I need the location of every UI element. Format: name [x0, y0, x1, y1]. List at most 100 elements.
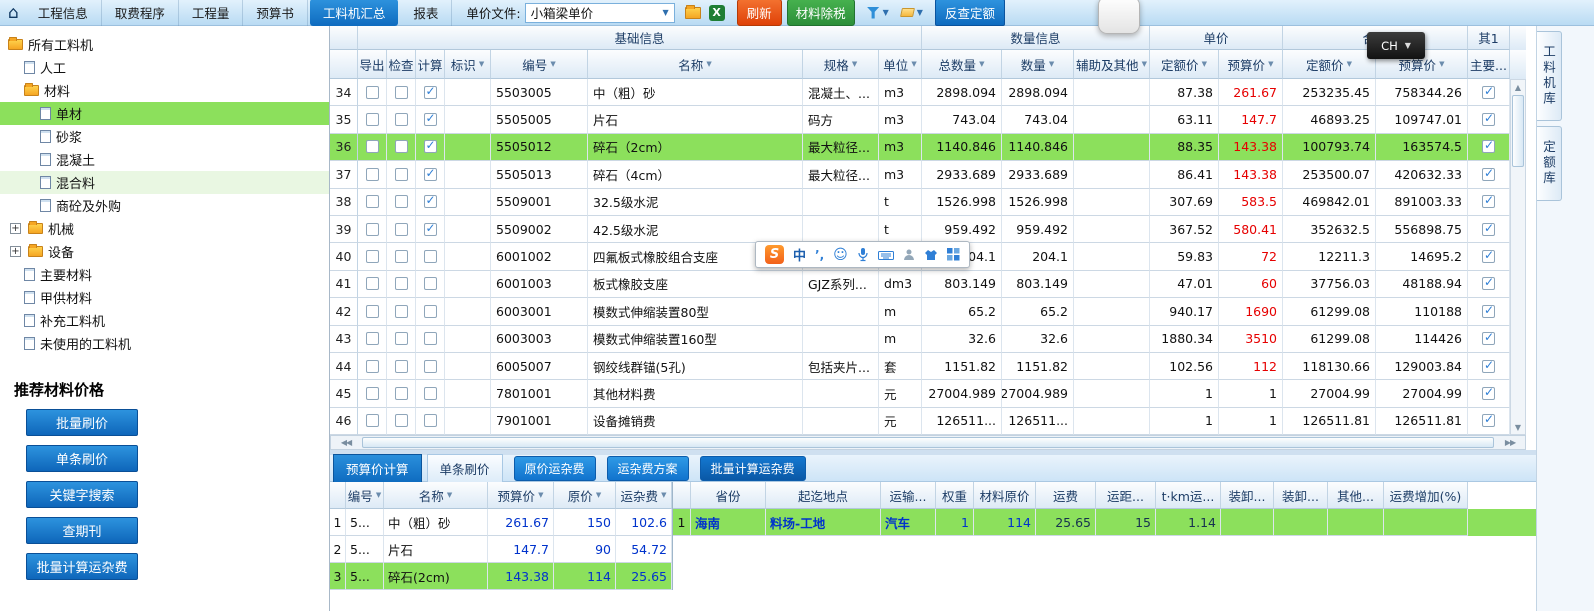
scroll-up-icon[interactable]: ▲	[1511, 80, 1525, 94]
toolbar-tab-4[interactable]: 工料机汇总	[309, 0, 399, 26]
freight-col-header-5[interactable]: 运费	[1036, 482, 1096, 510]
checkbox-cell[interactable]	[416, 380, 445, 408]
col-header-3[interactable]: 标识 ▼	[445, 50, 491, 79]
tree-item-1[interactable]: 人工	[0, 56, 329, 79]
filter-arrow-icon[interactable]: ▼	[538, 491, 543, 499]
checkbox[interactable]	[394, 113, 408, 127]
tree-item-2[interactable]: 材料	[0, 79, 329, 102]
price-col-header-2[interactable]: 预算价 ▼	[488, 482, 554, 510]
sogou-logo-icon[interactable]: S	[765, 245, 784, 264]
checkbox[interactable]	[1482, 166, 1495, 181]
price-table-row[interactable]: 2 5... 片石 147.7 90 54.72	[330, 536, 672, 564]
col-header-15[interactable]: 主要...	[1468, 50, 1510, 79]
scroll-down-icon[interactable]: ▼	[1511, 420, 1525, 434]
checkbox[interactable]	[365, 140, 379, 154]
table-row[interactable]: 35 5505005 片石 码方 m3 743.04 743.04 63.11 147.7 468…	[330, 106, 1526, 134]
tree-item-9[interactable]: + 设备	[0, 240, 329, 263]
checkbox-cell[interactable]	[1468, 243, 1510, 271]
checkbox[interactable]	[394, 85, 408, 99]
checkbox[interactable]	[423, 84, 437, 99]
tree-item-5[interactable]: 混凝土	[0, 148, 329, 171]
eraser-icon[interactable]: ▼	[899, 8, 923, 17]
group-header[interactable]: 其1	[1468, 26, 1510, 50]
checkbox-cell[interactable]	[358, 79, 387, 107]
keyboard-icon[interactable]	[877, 249, 894, 261]
filter-arrow-icon[interactable]: ▼	[376, 491, 381, 499]
col-header-9[interactable]: 数量 ▼	[1002, 50, 1074, 79]
checkbox-cell[interactable]	[387, 352, 416, 381]
checkbox-cell[interactable]	[416, 298, 445, 326]
freight-col-header-2[interactable]: 运输...	[881, 482, 936, 510]
checkbox-cell[interactable]	[416, 407, 445, 436]
checkbox[interactable]	[423, 304, 437, 318]
freight-col-header-0[interactable]: 省份	[691, 482, 766, 510]
checkbox-cell[interactable]	[387, 380, 416, 408]
emoji-icon[interactable]: ☺	[833, 247, 848, 263]
table-row[interactable]: 39 5509002 42.5级水泥 t 959.492 959.492 367.52 580…	[330, 215, 1526, 244]
freight-col-header-11[interactable]: 运费增加(%)	[1384, 482, 1468, 510]
checkbox-cell[interactable]	[358, 270, 387, 299]
checkbox-cell[interactable]	[358, 325, 387, 353]
filter-arrow-icon[interactable]: ▼	[1347, 60, 1352, 68]
price-col-header-1[interactable]: 名称 ▼	[384, 482, 488, 510]
checkbox[interactable]	[394, 414, 408, 428]
checkbox[interactable]	[365, 414, 379, 428]
col-header-4[interactable]: 编号 ▼	[491, 50, 588, 79]
checkbox-cell[interactable]	[1468, 380, 1510, 408]
checkbox[interactable]	[365, 386, 379, 400]
filter-arrow-icon[interactable]: ▼	[911, 60, 916, 68]
col-header-6[interactable]: 规格 ▼	[803, 50, 879, 79]
checkbox-cell[interactable]	[387, 79, 416, 107]
filter-arrow-icon[interactable]: ▼	[1439, 60, 1444, 68]
tree-item-12[interactable]: 补充工料机	[0, 309, 329, 332]
checkbox[interactable]	[423, 277, 437, 291]
skin-icon[interactable]	[924, 249, 938, 261]
material-tax-button[interactable]: 材料除税	[786, 0, 855, 26]
checkbox-cell[interactable]	[416, 106, 445, 134]
person-icon[interactable]	[903, 248, 915, 261]
checkbox-cell[interactable]	[358, 188, 387, 216]
freight-col-header-8[interactable]: 装卸...	[1221, 482, 1274, 510]
checkbox[interactable]	[365, 195, 379, 209]
checkbox[interactable]	[1482, 385, 1495, 400]
toolbar-tab-2[interactable]: 工程量	[179, 0, 244, 26]
bottom-button-2[interactable]: 批量计算运杂费	[699, 455, 806, 481]
checkbox[interactable]	[394, 332, 408, 346]
table-row[interactable]: 42 6003001 模数式伸缩装置80型 m 65.2 65.2 940.17 1690 61…	[330, 298, 1526, 326]
table-row[interactable]: 45 7801001 其他材料费 元 27004.989 27004.989 1 1 27004…	[330, 380, 1526, 408]
checkbox[interactable]	[365, 167, 379, 181]
tree-item-7[interactable]: 商砼及外购	[0, 194, 329, 217]
filter-arrow-icon[interactable]: ▼	[479, 60, 484, 68]
table-row[interactable]: 37 5505013 碎石（4cm） 最大粒径... m3 2933.689 2933.68…	[330, 161, 1526, 189]
checkbox[interactable]	[1482, 358, 1495, 373]
checkbox-cell[interactable]	[1468, 352, 1510, 381]
bottom-tab-1[interactable]: 单条刷价	[426, 453, 503, 483]
checkbox-cell[interactable]	[387, 106, 416, 134]
checkbox-cell[interactable]	[416, 133, 445, 162]
checkbox-cell[interactable]	[416, 325, 445, 353]
scrollbar-thumb[interactable]	[362, 437, 1494, 449]
price-col-header-3[interactable]: 原价 ▼	[554, 482, 616, 510]
checkbox[interactable]	[423, 250, 437, 264]
price-table-row[interactable]: 3 5... 碎石(2cm) 143.38 114 25.65	[330, 563, 672, 591]
tree-item-3[interactable]: 单材	[0, 102, 329, 125]
filter-arrow-icon[interactable]: ▼	[852, 60, 857, 68]
checkbox-cell[interactable]	[1468, 106, 1510, 134]
checkbox-cell[interactable]	[387, 188, 416, 216]
checkbox-cell[interactable]	[358, 106, 387, 134]
refresh-button[interactable]: 刷新	[736, 0, 782, 26]
checkbox[interactable]	[423, 193, 437, 209]
vertical-scrollbar[interactable]: ▲ ▼	[1510, 79, 1526, 435]
freight-col-header-1[interactable]: 起迄地点	[766, 482, 881, 510]
expand-icon[interactable]: +	[10, 246, 21, 257]
filter-arrow-icon[interactable]: ▼	[1268, 60, 1273, 68]
toolbar-tab-1[interactable]: 取费程序	[102, 0, 179, 26]
filter-arrow-icon[interactable]: ▼	[1142, 60, 1147, 68]
col-header-12[interactable]: 预算价 ▼	[1219, 50, 1283, 79]
group-header[interactable]: 基础信息	[358, 26, 922, 50]
checkbox[interactable]	[365, 250, 379, 264]
filter-arrow-icon[interactable]: ▼	[1049, 60, 1054, 68]
price-table-row[interactable]: 1 5... 中（粗）砂 261.67 150 102.6	[330, 509, 672, 537]
scroll-right-icon[interactable]: ▶▶	[1495, 436, 1525, 449]
bottom-button-0[interactable]: 原价运杂费	[513, 455, 596, 481]
